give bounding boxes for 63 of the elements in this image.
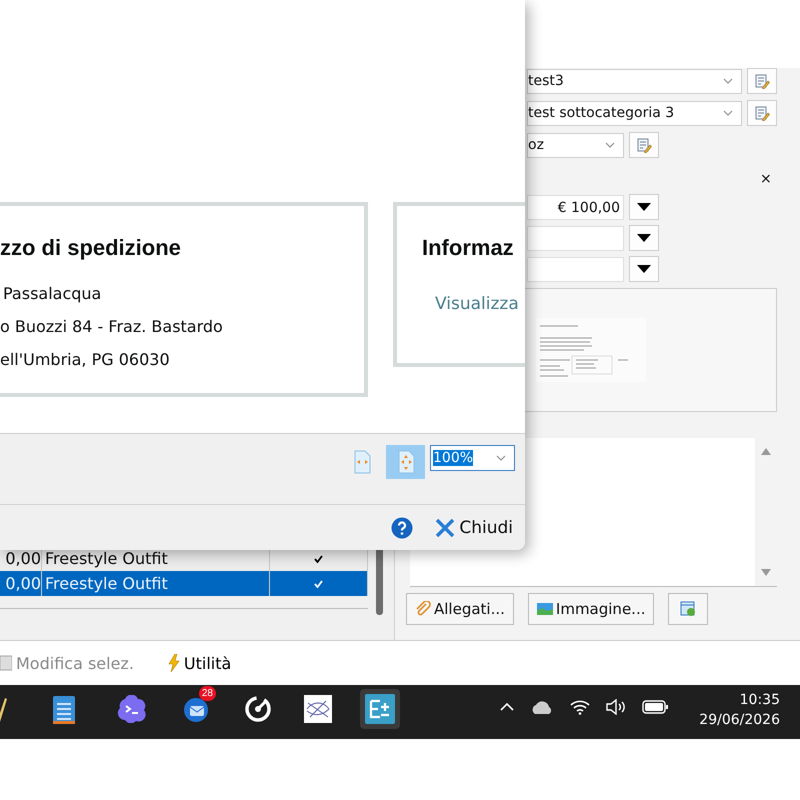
page-width-icon [352,450,372,474]
amount-field[interactable] [527,226,624,250]
edit-button[interactable] [629,132,659,158]
taskbar-app-button[interactable]: 28 [176,689,216,729]
dropdown-button[interactable] [629,194,659,220]
chevron-down-icon [723,110,733,116]
dropdown-button[interactable] [629,256,659,282]
gauge-icon [243,694,273,724]
scroll-down-icon[interactable] [761,569,771,576]
attachments-button[interactable]: Allegati... [406,593,514,625]
close-icon[interactable]: × [760,172,770,186]
close-icon [435,518,456,538]
status-bar-item[interactable]: Utilità [168,654,232,672]
web-image-button[interactable] [668,593,708,625]
terminal-icon [117,695,147,723]
lightning-icon [168,654,180,672]
chevron-down-icon [723,78,733,84]
editor-icon [365,694,395,724]
table-row[interactable]: 0,00 Freestyle Outfit [0,571,368,596]
triangle-down-icon [637,265,651,273]
battery-icon[interactable] [642,700,668,714]
address-line: Passalacqua [2,283,102,305]
view-link[interactable]: Visualizza [397,294,519,314]
dropdown-field[interactable]: test sottocategoria 3 [527,100,742,126]
triangle-down-icon [637,203,651,211]
dropdown-field[interactable]: oz [527,132,624,158]
clock[interactable]: 10:35 29/06/2026 [699,690,780,730]
chevron-up-icon[interactable] [500,703,514,711]
pen-icon [0,696,7,722]
triangle-down-icon [637,234,651,242]
amount-field[interactable]: € 100,00 [527,194,624,220]
volume-icon[interactable] [606,699,626,715]
edit-button[interactable] [747,100,777,126]
address-line: o Buozzi 84 - Fraz. Bastardo [0,316,224,338]
close-button[interactable]: Chiudi [435,518,513,538]
notepad-icon [52,694,76,724]
wifi-icon[interactable] [570,699,590,715]
mail-icon [181,695,211,723]
address-line: ell'Umbria, PG 06030 [0,349,171,371]
scroll-up-icon[interactable] [761,448,771,455]
sketch-icon [304,695,332,723]
image-icon [536,603,553,615]
chevron-down-icon [496,455,506,461]
edit-icon [754,105,770,121]
card-title: zzo di spedizione [0,234,182,261]
chevron-down-icon [605,142,615,148]
dropdown-button[interactable] [629,225,659,251]
card-title: Informaz [421,234,515,261]
notification-badge: 28 [198,686,216,701]
zoom-combobox[interactable]: 100% [430,445,515,471]
edit-selection-icon [0,655,12,671]
edit-icon [754,73,770,89]
edit-icon [636,137,652,153]
web-image-icon [680,601,696,617]
cloud-icon[interactable] [530,700,554,714]
paperclip-icon [415,601,431,617]
amount-field[interactable] [527,256,624,282]
dropdown-field[interactable]: test3 [527,68,742,94]
help-icon[interactable] [391,516,414,538]
edit-button[interactable] [747,68,777,94]
taskbar-app-button[interactable] [360,689,400,729]
fit-page-icon [396,450,416,474]
image-button[interactable]: Immagine... [528,593,654,625]
